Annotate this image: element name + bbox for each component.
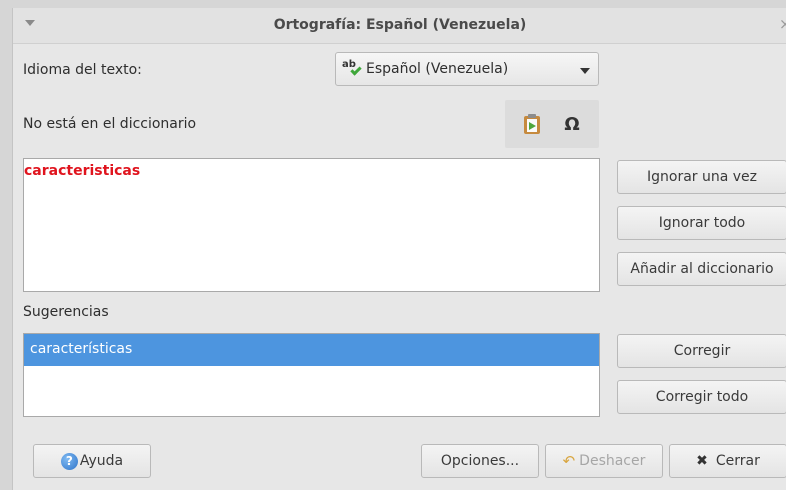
help-button-label: Ayuda xyxy=(79,453,124,469)
spelling-dialog: Ortografía: Español (Venezuela) × Idioma… xyxy=(12,8,786,490)
undo-button-label: Deshacer xyxy=(579,453,646,469)
spellcheck-icon: ab xyxy=(342,59,364,79)
language-select[interactable]: ab Español (Venezuela) xyxy=(335,52,599,86)
suggestions-list[interactable]: características xyxy=(23,333,600,417)
paste-button[interactable] xyxy=(515,108,549,140)
suggestions-label: Sugerencias xyxy=(23,304,109,320)
correct-button[interactable]: Corregir xyxy=(617,334,786,368)
paste-icon xyxy=(524,114,540,134)
close-x-icon: ✖ xyxy=(696,453,708,469)
text-toolbar: Ω xyxy=(505,100,599,148)
undo-icon: ↶ xyxy=(562,452,576,470)
options-button[interactable]: Opciones... xyxy=(421,444,539,478)
ignore-once-button[interactable]: Ignorar una vez xyxy=(617,160,786,194)
suggestion-item[interactable]: características xyxy=(24,334,599,366)
language-label: Idioma del texto: xyxy=(23,62,142,78)
help-button[interactable]: ? Ayuda xyxy=(33,444,151,478)
window-title: Ortografía: Español (Venezuela) xyxy=(273,17,527,33)
close-button-label: Cerrar xyxy=(715,453,760,469)
add-to-dictionary-button[interactable]: Añadir al diccionario xyxy=(617,252,786,286)
correct-all-button[interactable]: Corregir todo xyxy=(617,380,786,414)
sentence-textbox[interactable]: caracteristicas xyxy=(23,158,600,292)
help-icon: ? xyxy=(60,452,78,470)
special-character-button[interactable]: Ω xyxy=(555,108,589,140)
close-icon[interactable]: × xyxy=(779,15,786,33)
dropdown-arrow-icon xyxy=(580,68,590,74)
ignore-all-button[interactable]: Ignorar todo xyxy=(617,206,786,240)
language-select-value: Español (Venezuela) xyxy=(366,61,509,77)
not-in-dictionary-label: No está en el diccionario xyxy=(23,116,197,132)
omega-icon: Ω xyxy=(564,113,580,135)
close-button[interactable]: ✖ Cerrar xyxy=(669,444,786,478)
misspelled-word: caracteristicas xyxy=(24,163,141,179)
undo-button[interactable]: ↶ Deshacer xyxy=(545,444,663,478)
title-bar[interactable]: Ortografía: Español (Venezuela) × xyxy=(13,8,786,44)
